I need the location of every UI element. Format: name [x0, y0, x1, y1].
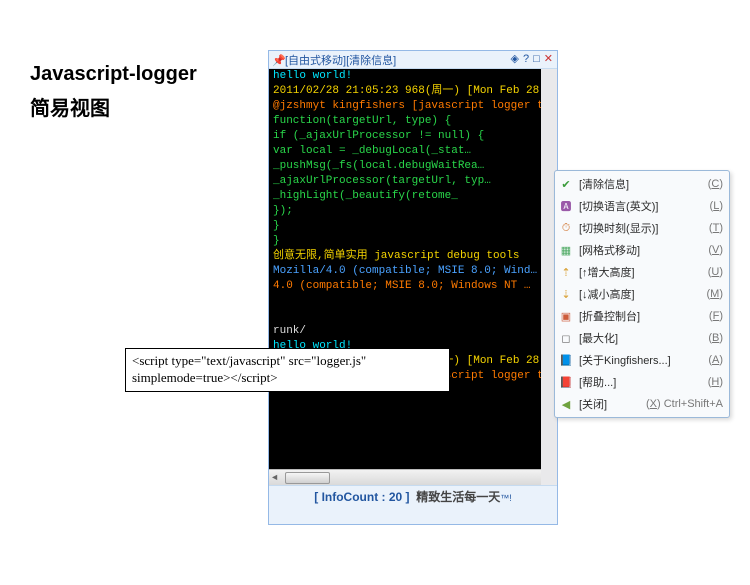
menu-label: [关闭]	[579, 396, 607, 412]
log-line: if (_ajaxUrlProcessor != null) {	[269, 129, 541, 144]
page-subtitle: 简易视图	[30, 92, 110, 121]
pin-icon[interactable]: 📌	[272, 54, 286, 67]
help-icon[interactable]: ?	[523, 53, 529, 65]
menu-shortcut: (M)	[700, 288, 723, 300]
menu-label: [↑增大高度]	[579, 264, 635, 280]
context-menu: ✔ [清除信息] (C) 🅰[切换语言(英文)] (L) ⏱ [切换时刻(显示)] (T) ▦ […	[554, 170, 730, 418]
header-links: [自由式移动][清除信息]	[285, 52, 396, 68]
log-line: _highLight(_beautify(retome_	[269, 189, 541, 204]
menu-icon: 🅰	[557, 198, 575, 214]
close-icon[interactable]: ✕	[544, 52, 553, 65]
menu-item[interactable]: ⏱ [切换时刻(显示)] (T)	[555, 217, 729, 239]
menu-item[interactable]: 🅰[切换语言(英文)] (L)	[555, 195, 729, 217]
clear-link[interactable]: [清除信息]	[346, 55, 396, 67]
menu-label: [↓减小高度]	[579, 286, 635, 302]
script-hint-box: <script type="text/javascript" src="logg…	[125, 348, 450, 392]
menu-item[interactable]: ⇣ [↓减小高度] (M)	[555, 283, 729, 305]
log-line: }	[269, 219, 541, 234]
menu-item[interactable]: ⇡ [↑增大高度] (U)	[555, 261, 729, 283]
pin-toggle-icon[interactable]: □	[533, 53, 540, 65]
menu-icon: ⇣	[557, 288, 575, 301]
info-count: [ InfoCount : 20 ]	[314, 490, 409, 504]
menu-item[interactable]: ◀ [关闭] (X) Ctrl+Shift+A	[555, 393, 729, 415]
menu-icon: ⇡	[557, 266, 575, 279]
menu-label: [切换时刻(显示)]	[579, 220, 658, 236]
log-line: runk/	[269, 324, 541, 339]
menu-shortcut: (V)	[702, 244, 723, 256]
log-line: }	[269, 234, 541, 249]
menu-item[interactable]: 📕 [帮助...] (H)	[555, 371, 729, 393]
menu-icon: 📘	[557, 354, 575, 367]
menu-shortcut: (A)	[702, 354, 723, 366]
menu-shortcut: (C)	[702, 178, 723, 190]
menu-icon: 📕	[557, 376, 575, 389]
menu-shortcut: (T)	[703, 222, 723, 234]
trademark: ™!	[500, 493, 512, 503]
menu-label: [切换语言(英文)]	[579, 198, 658, 214]
free-move-link[interactable]: [自由式移动]	[285, 55, 346, 67]
menu-icon: ✔	[557, 178, 575, 191]
log-line: @jzshmyt kingfishers [javascript logger …	[269, 99, 541, 114]
menu-shortcut: (H)	[702, 376, 723, 388]
menu-item[interactable]: ◻ [最大化] (B)	[555, 327, 729, 349]
menu-icon: ⏱	[557, 222, 575, 235]
menu-label: [网格式移动]	[579, 242, 640, 258]
log-line: 4.0 (compatible; MSIE 8.0; Windows NT …	[269, 279, 541, 294]
menu-item[interactable]: 📘 [关于Kingfishers...] (A)	[555, 349, 729, 371]
log-line: 2011/02/28 21:05:23 968(周一) [Mon Feb 28 …	[269, 84, 541, 99]
logger-panel: 📌 [自由式移动][清除信息] ◈ ? □ ✕ hello world! 201…	[268, 50, 558, 525]
log-line: _ajaxUrlProcessor(targetUrl, typ…	[269, 174, 541, 189]
menu-shortcut: (U)	[702, 266, 723, 278]
diamond-icon[interactable]: ◈	[511, 52, 519, 65]
menu-icon: ▣	[557, 310, 575, 323]
menu-label: [最大化]	[579, 330, 618, 346]
panel-footer: [ InfoCount : 20 ] 精致生活每一天™!	[269, 485, 557, 524]
panel-header: 📌 [自由式移动][清除信息] ◈ ? □ ✕	[269, 51, 557, 69]
menu-label: [帮助...]	[579, 374, 616, 390]
footer-slogan: 精致生活每一天	[416, 490, 500, 504]
log-line: hello world!	[269, 69, 541, 84]
log-line: Mozilla/4.0 (compatible; MSIE 8.0; Wind…	[269, 264, 541, 279]
log-line: 创意无限,简单实用 javascript debug tools	[269, 249, 541, 264]
menu-label: [清除信息]	[579, 176, 629, 192]
menu-item[interactable]: ▦ [网格式移动] (V)	[555, 239, 729, 261]
menu-icon: ◻	[557, 332, 575, 345]
menu-label: [关于Kingfishers...]	[579, 352, 671, 368]
log-line: _pushMsg(_fs(local.debugWaitRea…	[269, 159, 541, 174]
menu-shortcut: (L)	[704, 200, 723, 212]
horizontal-scrollbar[interactable]	[269, 469, 557, 485]
log-line: function(targetUrl, type) {	[269, 114, 541, 129]
log-line: var local = _debugLocal(_stat…	[269, 144, 541, 159]
page-title: Javascript-logger	[30, 58, 197, 90]
menu-label: [折叠控制台]	[579, 308, 640, 324]
menu-icon: ▦	[557, 244, 575, 257]
console-output: hello world! 2011/02/28 21:05:23 968(周一)…	[269, 69, 557, 485]
menu-shortcut: (B)	[702, 332, 723, 344]
menu-item[interactable]: ▣ [折叠控制台] (F)	[555, 305, 729, 327]
menu-shortcut: (F)	[703, 310, 723, 322]
log-line: });	[269, 204, 541, 219]
menu-item[interactable]: ✔ [清除信息] (C)	[555, 173, 729, 195]
menu-icon: ◀	[557, 398, 575, 411]
menu-shortcut: (X) Ctrl+Shift+A	[640, 398, 723, 410]
